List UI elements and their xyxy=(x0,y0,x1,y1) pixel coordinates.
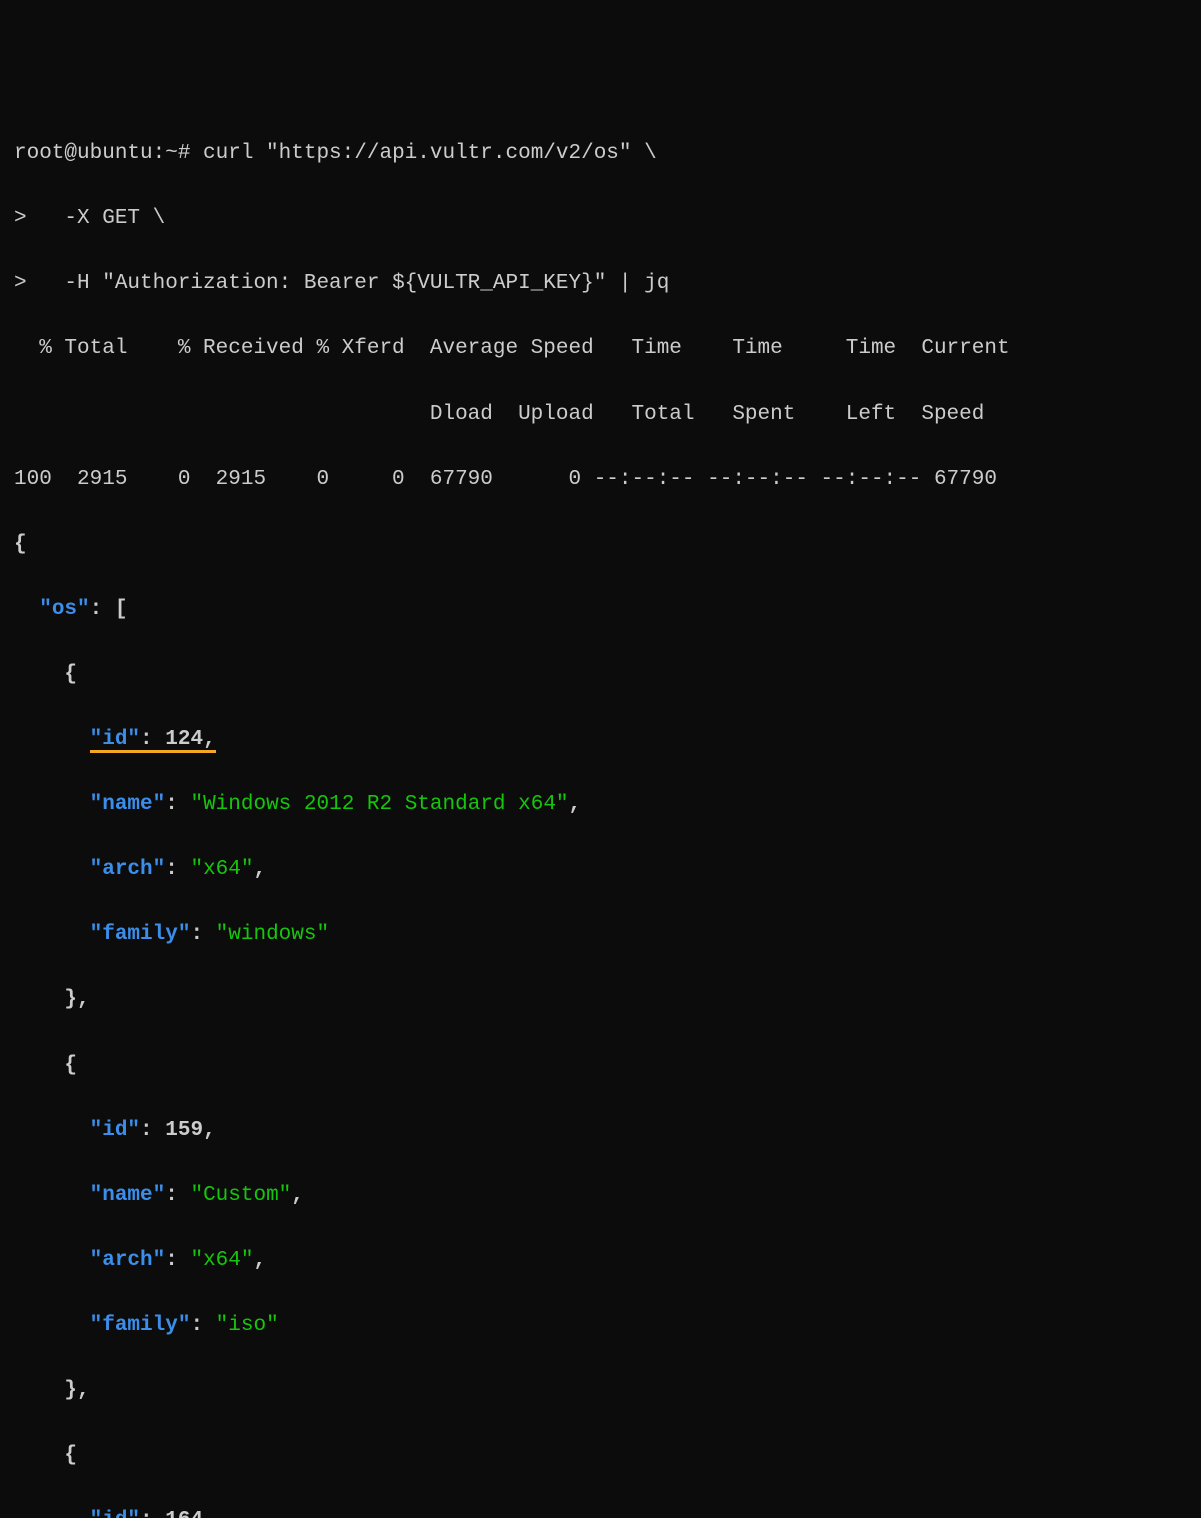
continuation-prompt: > xyxy=(14,207,27,230)
json-value-family-1: "windows" xyxy=(216,923,329,946)
json-comma: , xyxy=(203,1119,216,1142)
json-key-name: "name" xyxy=(90,793,166,816)
json-key-name: "name" xyxy=(90,1184,166,1207)
json-key-arch: "arch" xyxy=(90,858,166,881)
terminal-line-2: > -X GET \ xyxy=(14,203,1187,236)
json-id-line-3: "id": 164, xyxy=(14,1505,1187,1518)
json-value-arch-1: "x64" xyxy=(190,858,253,881)
json-name-line-1: "name": "Windows 2012 R2 Standard x64", xyxy=(14,789,1187,822)
json-os-line: "os": [ xyxy=(14,594,1187,627)
json-family-line-1: "family": "windows" xyxy=(14,919,1187,952)
json-colon: : xyxy=(190,1314,215,1337)
json-colon: : xyxy=(140,728,165,751)
json-obj-close-1: }, xyxy=(14,984,1187,1017)
json-value-id-2: 159 xyxy=(165,1119,203,1142)
json-obj-close-2: }, xyxy=(14,1375,1187,1408)
json-key-id: "id" xyxy=(90,1119,140,1142)
json-obj-open-3: { xyxy=(14,1440,1187,1473)
json-comma: , xyxy=(291,1184,304,1207)
json-key-family: "family" xyxy=(90,1314,191,1337)
curl-progress-stats: 100 2915 0 2915 0 0 67790 0 --:--:-- --:… xyxy=(14,464,1187,497)
terminal-line-3: > -H "Authorization: Bearer ${VULTR_API_… xyxy=(14,268,1187,301)
curl-progress-header-2: Dload Upload Total Spent Left Speed xyxy=(14,399,1187,432)
command-part-1: curl "https://api.vultr.com/v2/os" \ xyxy=(190,142,656,165)
json-colon: : xyxy=(165,858,190,881)
json-key-arch: "arch" xyxy=(90,1249,166,1272)
json-key-os: "os" xyxy=(39,598,89,621)
command-part-3: -H "Authorization: Bearer ${VULTR_API_KE… xyxy=(27,272,670,295)
json-arch-line-2: "arch": "x64", xyxy=(14,1245,1187,1278)
terminal-line-1: root@ubuntu:~# curl "https://api.vultr.c… xyxy=(14,138,1187,171)
json-comma: , xyxy=(569,793,582,816)
shell-prompt: root@ubuntu:~# xyxy=(14,142,190,165)
json-colon: : xyxy=(165,793,190,816)
json-name-line-2: "name": "Custom", xyxy=(14,1180,1187,1213)
curl-progress-header-1: % Total % Received % Xferd Average Speed… xyxy=(14,333,1187,366)
json-id-line-2: "id": 159, xyxy=(14,1115,1187,1148)
json-comma: , xyxy=(203,1509,216,1518)
json-comma: , xyxy=(203,728,216,751)
json-brace-open: { xyxy=(14,529,1187,562)
json-family-line-2: "family": "iso" xyxy=(14,1310,1187,1343)
json-value-family-2: "iso" xyxy=(216,1314,279,1337)
json-obj-open-2: { xyxy=(14,1050,1187,1083)
json-colon: : xyxy=(140,1119,165,1142)
json-comma: , xyxy=(253,858,266,881)
json-value-arch-2: "x64" xyxy=(190,1249,253,1272)
json-key-id: "id" xyxy=(90,728,140,751)
json-value-id-3: 164 xyxy=(165,1509,203,1518)
json-value-name-1: "Windows 2012 R2 Standard x64" xyxy=(190,793,568,816)
json-key-family: "family" xyxy=(90,923,191,946)
json-obj-open-1: { xyxy=(14,659,1187,692)
json-comma: , xyxy=(253,1249,266,1272)
command-part-2: -X GET \ xyxy=(27,207,166,230)
json-colon-bracket: : [ xyxy=(90,598,128,621)
continuation-prompt: > xyxy=(14,272,27,295)
json-colon: : xyxy=(165,1249,190,1272)
json-colon: : xyxy=(190,923,215,946)
json-colon: : xyxy=(140,1509,165,1518)
json-value-id-1: 124 xyxy=(165,728,203,751)
json-key-id: "id" xyxy=(90,1509,140,1518)
json-value-name-2: "Custom" xyxy=(190,1184,291,1207)
json-arch-line-1: "arch": "x64", xyxy=(14,854,1187,887)
json-colon: : xyxy=(165,1184,190,1207)
json-id-line-1: "id": 124, xyxy=(14,724,1187,757)
